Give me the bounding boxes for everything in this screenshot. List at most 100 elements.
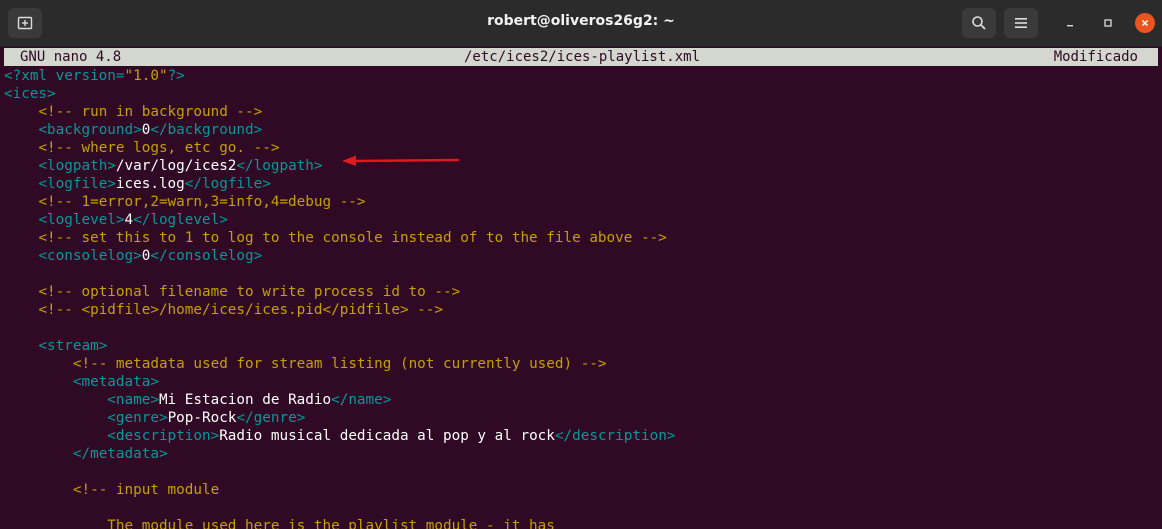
code-line: <name>Mi Estacion de Radio</name> xyxy=(4,391,675,409)
code-token-tag: <loglevel> xyxy=(38,212,125,228)
code-token-tag: <consolelog> xyxy=(38,248,142,264)
code-token-tag: </genre> xyxy=(236,410,306,426)
close-button[interactable] xyxy=(1135,13,1155,33)
code-line: <background>0</background> xyxy=(4,121,675,139)
nano-version: GNU nano 4.8 xyxy=(20,49,122,65)
window-titlebar: robert@oliveros26g2: ~ xyxy=(0,0,1162,47)
code-line: <!-- set this to 1 to log to the console… xyxy=(4,229,675,247)
minimize-button[interactable] xyxy=(1060,13,1080,33)
code-token-tag: </logfile> xyxy=(184,176,271,192)
code-token-tag: </description> xyxy=(554,428,676,444)
code-token-tag: <logpath> xyxy=(38,158,116,174)
annotation-arrow xyxy=(342,155,460,166)
hamburger-menu-icon xyxy=(1015,18,1027,28)
code-token-text: Radio musical dedicada al pop y al rock xyxy=(219,428,555,444)
code-token-text: Mi Estacion de Radio xyxy=(158,392,332,408)
code-line: The module used here is the playlist mod… xyxy=(4,517,675,529)
code-token-comment: <!-- where logs, etc go. --> xyxy=(38,140,280,156)
code-line: <?xml version="1.0"?> xyxy=(4,67,675,85)
code-line: <!-- input module xyxy=(4,481,675,499)
nano-filename: /etc/ices2/ices-playlist.xml xyxy=(464,49,701,65)
code-line: <genre>Pop-Rock</genre> xyxy=(4,409,675,427)
code-token-tag: </name> xyxy=(331,392,392,408)
code-token-text: /var/log/ices2 xyxy=(115,158,237,174)
code-token-text: 4 xyxy=(124,212,134,228)
code-token-tag: <name> xyxy=(107,392,159,408)
code-token-tag: </logpath> xyxy=(236,158,323,174)
code-token-tag: <logfile> xyxy=(38,176,116,192)
code-line: <stream> xyxy=(4,337,675,355)
code-token-comment: <!-- optional filename to write process … xyxy=(38,284,461,300)
code-token-tag: </metadata> xyxy=(72,446,168,462)
code-line: </metadata> xyxy=(4,445,675,463)
nano-header-bar: GNU nano 4.8 /etc/ices2/ices-playlist.xm… xyxy=(4,48,1158,66)
search-button[interactable] xyxy=(962,8,996,38)
code-token-comment: <!-- <pidfile>/home/ices/ices.pid</pidfi… xyxy=(38,302,443,318)
code-token-comment: <!-- input module xyxy=(72,482,220,498)
code-token-comment: <!-- run in background --> xyxy=(38,104,263,120)
code-line: <loglevel>4</loglevel> xyxy=(4,211,675,229)
code-token-text: ices.log xyxy=(115,176,185,192)
code-token-tag: <description> xyxy=(107,428,220,444)
code-line: <description>Radio musical dedicada al p… xyxy=(4,427,675,445)
code-token-comment: <!-- 1=error,2=warn,3=info,4=debug --> xyxy=(38,194,366,210)
minimize-icon xyxy=(1067,25,1073,27)
code-token-comment: The module used here is the playlist mod… xyxy=(107,518,555,529)
code-token-tag: <genre> xyxy=(107,410,168,426)
code-token-pi: ?> xyxy=(167,68,185,84)
editor-buffer[interactable]: <?xml version="1.0"?> <ices> <!-- run in … xyxy=(4,67,675,529)
maximize-button[interactable] xyxy=(1098,13,1118,33)
code-line: <consolelog>0</consolelog> xyxy=(4,247,675,265)
code-token-text: Pop-Rock xyxy=(167,410,237,426)
maximize-icon xyxy=(1104,19,1112,27)
code-line: <!-- metadata used for stream listing (n… xyxy=(4,355,675,373)
code-line: <!-- <pidfile>/home/ices/ices.pid</pidfi… xyxy=(4,301,675,319)
search-icon xyxy=(972,16,986,30)
code-line: <logfile>ices.log</logfile> xyxy=(4,175,675,193)
code-line: <!-- optional filename to write process … xyxy=(4,283,675,301)
nano-modified-status: Modificado xyxy=(1053,49,1138,65)
code-line: <!-- 1=error,2=warn,3=info,4=debug --> xyxy=(4,193,675,211)
code-token-tag: </consolelog> xyxy=(150,248,263,264)
code-token-tag: </background> xyxy=(150,122,263,138)
code-token-tag: <metadata> xyxy=(72,374,159,390)
code-line: <ices> xyxy=(4,85,675,103)
code-token-str: "1.0" xyxy=(124,68,168,84)
code-line: <!-- run in background --> xyxy=(4,103,675,121)
code-token-pi: <?xml version= xyxy=(4,68,125,84)
code-token-tag: <background> xyxy=(38,122,142,138)
code-token-comment: <!-- set this to 1 to log to the console… xyxy=(38,230,667,246)
code-line: <metadata> xyxy=(4,373,675,391)
terminal-area[interactable]: GNU nano 4.8 /etc/ices2/ices-playlist.xm… xyxy=(0,47,1162,529)
close-icon xyxy=(1141,19,1149,27)
code-token-tag: </loglevel> xyxy=(133,212,228,228)
menu-button[interactable] xyxy=(1004,8,1038,38)
code-token-tag: <stream> xyxy=(38,338,108,354)
code-token-tag: <ices> xyxy=(4,86,56,102)
code-token-comment: <!-- metadata used for stream listing (n… xyxy=(72,356,607,372)
